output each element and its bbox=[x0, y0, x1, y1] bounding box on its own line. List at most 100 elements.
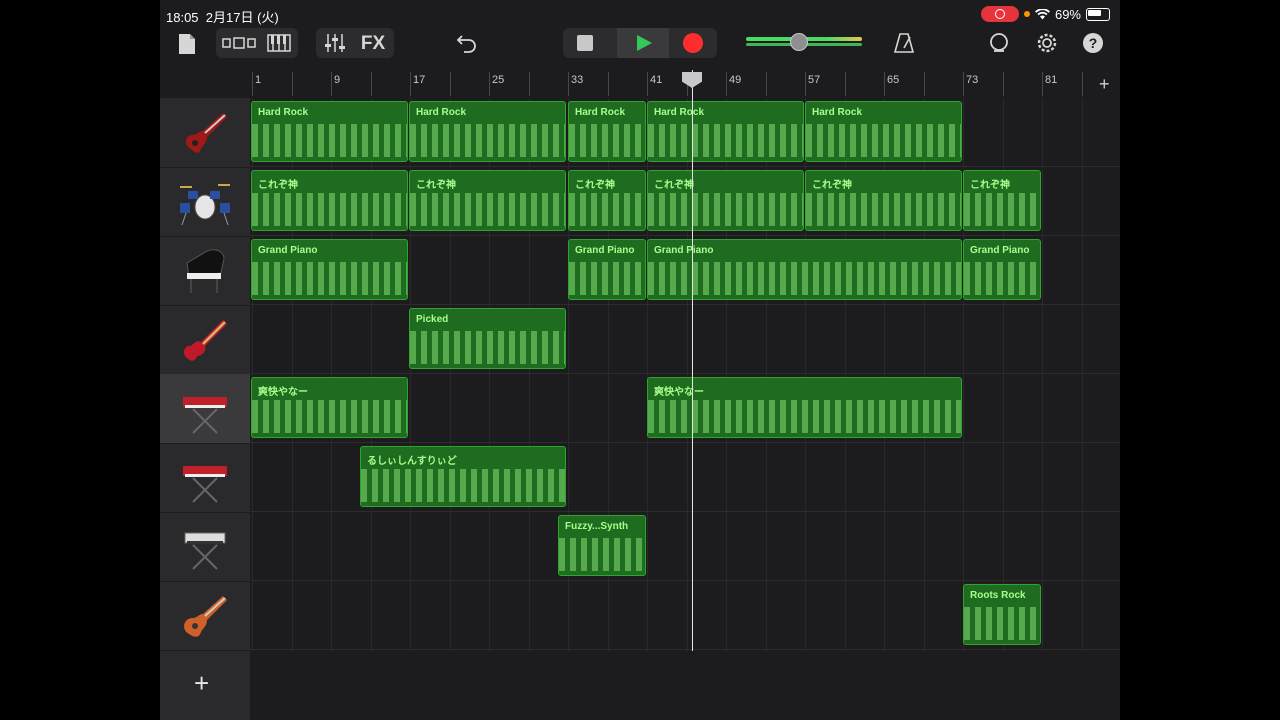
region-electric-guitar[interactable]: Hard Rock bbox=[568, 101, 646, 162]
ruler-tick bbox=[805, 72, 806, 96]
midi-notes bbox=[252, 262, 407, 295]
ruler-tick bbox=[1002, 72, 1004, 96]
track-header-keyboard-2[interactable] bbox=[160, 443, 250, 513]
midi-notes bbox=[252, 400, 407, 433]
region-grand-piano[interactable]: Grand Piano bbox=[963, 239, 1041, 300]
region-keyboard-2[interactable]: るしぃしんすりぃど bbox=[360, 446, 566, 507]
region-drum-kit[interactable]: これぞ神 bbox=[568, 170, 646, 231]
midi-notes bbox=[964, 607, 1040, 640]
play-button[interactable] bbox=[617, 28, 669, 58]
region-name: これぞ神 bbox=[970, 180, 1010, 191]
ruler-tick bbox=[252, 72, 253, 96]
track-header-drums[interactable] bbox=[160, 167, 250, 237]
region-keyboard[interactable]: 爽快やなー bbox=[647, 377, 962, 438]
metronome-icon bbox=[893, 33, 915, 53]
screen-record-icon bbox=[980, 6, 1019, 22]
help-button[interactable]: ? bbox=[1080, 30, 1106, 56]
region-drum-kit[interactable]: これぞ神 bbox=[963, 170, 1041, 231]
bass-guitar-icon bbox=[184, 319, 227, 361]
ruler-tick bbox=[449, 72, 451, 96]
ruler-tick bbox=[291, 72, 293, 96]
playhead-line bbox=[692, 70, 693, 651]
region-electric-guitar[interactable]: Hard Rock bbox=[805, 101, 962, 162]
sunburst-guitar-icon bbox=[184, 595, 227, 637]
track-divider bbox=[250, 511, 1120, 512]
track-header-synth[interactable] bbox=[160, 512, 250, 582]
drum-kit-icon bbox=[180, 183, 230, 225]
region-name: Roots Rock bbox=[970, 590, 1026, 601]
ruler-bar-label: 49 bbox=[729, 74, 742, 86]
piano-keys-icon bbox=[267, 34, 291, 52]
region-synth[interactable]: Fuzzy...Synth bbox=[558, 515, 646, 576]
region-guitar-2[interactable]: Roots Rock bbox=[963, 584, 1041, 645]
track-header-piano[interactable] bbox=[160, 236, 250, 306]
region-drum-kit[interactable]: これぞ神 bbox=[647, 170, 804, 231]
fx-button[interactable]: FX bbox=[358, 32, 388, 56]
undo-button[interactable] bbox=[454, 31, 480, 55]
ruler-tick bbox=[963, 72, 964, 96]
region-name: Hard Rock bbox=[258, 107, 309, 118]
region-keyboard[interactable]: 爽快やなー bbox=[251, 377, 408, 438]
loop-icon bbox=[990, 33, 1008, 52]
loop-browser-button[interactable] bbox=[986, 30, 1012, 56]
track-divider bbox=[250, 580, 1120, 581]
track-headers: + bbox=[160, 98, 250, 720]
my-songs-button[interactable] bbox=[176, 32, 198, 56]
ruler-tick bbox=[489, 72, 490, 96]
gear-icon bbox=[1037, 33, 1057, 53]
track-header-bass[interactable] bbox=[160, 305, 250, 375]
midi-notes bbox=[648, 124, 803, 157]
region-name: Hard Rock bbox=[575, 107, 626, 118]
status-bar: 18:05 2月17日 (火) 69% bbox=[160, 0, 1120, 28]
region-grand-piano[interactable]: Grand Piano bbox=[251, 239, 408, 300]
region-electric-guitar[interactable]: Hard Rock bbox=[251, 101, 408, 162]
region-drum-kit[interactable]: これぞ神 bbox=[805, 170, 962, 231]
toolbar: FX ? bbox=[160, 28, 1120, 70]
tracks-grid[interactable]: Hard Rock Hard Rock Hard Rock Hard Rock Hard… bbox=[250, 98, 1120, 651]
region-grand-piano[interactable]: Grand Piano bbox=[647, 239, 962, 300]
ruler-tick bbox=[1081, 72, 1083, 96]
document-icon bbox=[179, 34, 195, 54]
region-name: Grand Piano bbox=[575, 245, 635, 256]
region-grand-piano[interactable]: Grand Piano bbox=[568, 239, 646, 300]
track-header-electric-guitar[interactable] bbox=[160, 98, 250, 168]
region-drum-kit[interactable]: これぞ神 bbox=[251, 170, 408, 231]
region-name: 爽快やなー bbox=[654, 387, 704, 398]
keyboard-stand-icon bbox=[183, 465, 227, 503]
record-button[interactable] bbox=[683, 33, 703, 53]
region-bass[interactable]: Picked bbox=[409, 308, 566, 369]
region-electric-guitar[interactable]: Hard Rock bbox=[647, 101, 804, 162]
track-divider bbox=[250, 373, 1120, 374]
add-track-button[interactable]: + bbox=[194, 668, 209, 699]
master-volume-slider[interactable] bbox=[790, 33, 808, 51]
region-name: Grand Piano bbox=[258, 245, 318, 256]
track-header-guitar-2[interactable] bbox=[160, 581, 250, 651]
keyboard-view-button[interactable] bbox=[264, 32, 294, 54]
settings-button[interactable] bbox=[1034, 30, 1060, 56]
midi-notes bbox=[252, 193, 407, 226]
electric-guitar-icon bbox=[185, 112, 227, 153]
metronome-button[interactable] bbox=[892, 30, 916, 56]
battery-percent: 69% bbox=[1054, 6, 1081, 22]
region-electric-guitar[interactable]: Hard Rock bbox=[409, 101, 566, 162]
stop-button[interactable] bbox=[577, 35, 593, 51]
region-name: Fuzzy...Synth bbox=[565, 521, 629, 532]
battery-icon bbox=[1086, 7, 1110, 21]
ruler-tick bbox=[884, 72, 885, 96]
midi-notes bbox=[410, 331, 565, 364]
region-name: これぞ神 bbox=[258, 180, 298, 191]
ruler-tick bbox=[410, 72, 411, 96]
grid-line bbox=[1042, 98, 1043, 651]
keyboard-stand-icon bbox=[183, 396, 227, 434]
ruler-bar-label: 17 bbox=[413, 74, 426, 86]
region-name: Hard Rock bbox=[812, 107, 863, 118]
add-section-button[interactable]: + bbox=[1099, 74, 1110, 95]
midi-notes bbox=[964, 262, 1040, 295]
mixer-button[interactable] bbox=[322, 31, 348, 55]
ruler-tick bbox=[568, 72, 569, 96]
track-header-keyboard[interactable] bbox=[160, 374, 250, 444]
ruler-bar-label: 73 bbox=[966, 74, 979, 86]
garageband-screen: 18:05 2月17日 (火) 69% FX ? 1 9 17 25 33 41… bbox=[160, 0, 1120, 720]
tracks-view-button[interactable] bbox=[220, 32, 258, 54]
region-drum-kit[interactable]: これぞ神 bbox=[409, 170, 566, 231]
